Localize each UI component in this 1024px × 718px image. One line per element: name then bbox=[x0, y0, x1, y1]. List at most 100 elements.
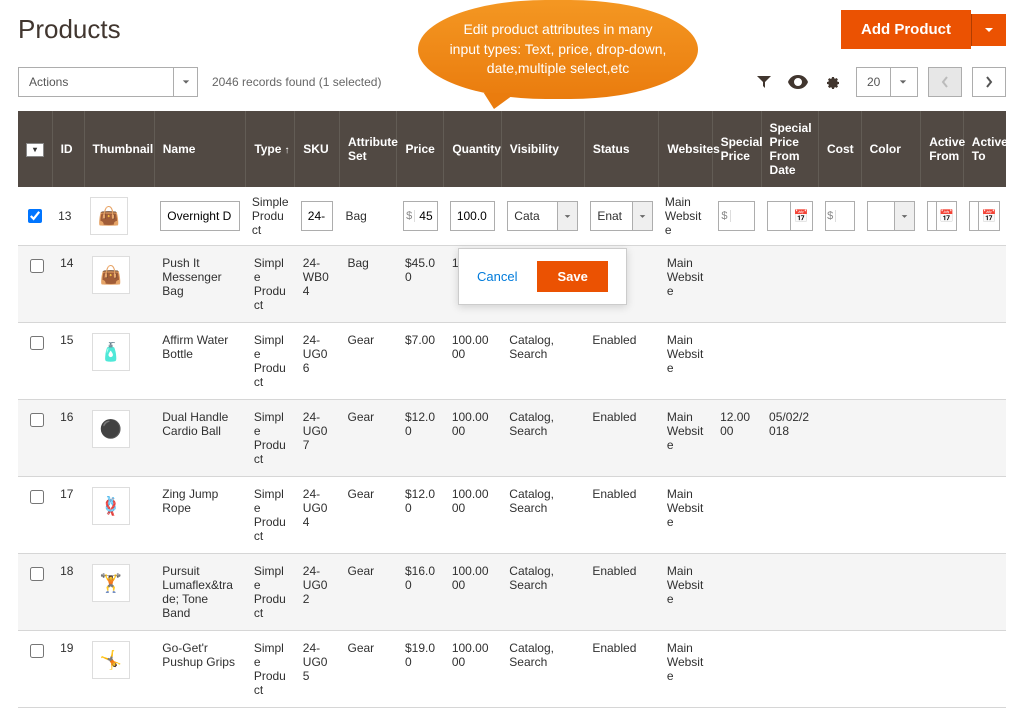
cell-vis: Catalog, Search bbox=[501, 631, 584, 708]
cell-web: Main Website bbox=[659, 477, 712, 554]
select-all-dropdown[interactable]: ▾ bbox=[26, 143, 44, 157]
cell-id: 14 bbox=[52, 246, 84, 323]
cell-cost bbox=[819, 631, 862, 708]
cell-cost bbox=[819, 246, 862, 323]
cell-color bbox=[861, 246, 921, 323]
cancel-link[interactable]: Cancel bbox=[477, 269, 517, 284]
column-vis[interactable]: Visibility bbox=[501, 111, 584, 187]
column-cost[interactable]: Cost bbox=[819, 111, 862, 187]
row-checkbox[interactable] bbox=[30, 336, 44, 350]
mass-actions-select[interactable]: Actions bbox=[18, 67, 198, 97]
column-status[interactable]: Status bbox=[584, 111, 659, 187]
cell-type: Simple Product bbox=[246, 323, 295, 400]
cell-sku: 24-WB04 bbox=[295, 246, 340, 323]
column-attrset[interactable]: Attribute Set bbox=[339, 111, 396, 187]
qty-input[interactable] bbox=[450, 201, 495, 231]
status-select[interactable]: Enat bbox=[590, 201, 653, 231]
cell-web: Main Website bbox=[659, 631, 712, 708]
column-type[interactable]: Type↑ bbox=[246, 111, 295, 187]
cell-cost bbox=[819, 323, 862, 400]
column-name[interactable]: Name bbox=[154, 111, 246, 187]
calendar-icon[interactable]: 📅 bbox=[790, 202, 812, 230]
chevron-down-icon[interactable] bbox=[894, 202, 914, 230]
cell-afrom bbox=[921, 554, 964, 631]
dollar-sign: $ bbox=[826, 210, 836, 222]
chevron-down-icon[interactable] bbox=[632, 202, 652, 230]
add-product-dropdown[interactable] bbox=[971, 14, 1006, 46]
cell-sprice bbox=[712, 323, 761, 400]
cell-vis: Catalog, Search bbox=[501, 323, 584, 400]
column-thumb[interactable]: Thumbnail bbox=[84, 111, 154, 187]
filter-icon[interactable] bbox=[754, 72, 774, 92]
table-row[interactable]: 17🪢Zing Jump RopeSimple Product24-UG04Ge… bbox=[18, 477, 1006, 554]
gear-icon[interactable] bbox=[822, 72, 842, 92]
column-color[interactable]: Color bbox=[861, 111, 921, 187]
page-size-select[interactable]: 20 bbox=[856, 67, 918, 97]
table-row[interactable]: 16⚫Dual Handle Cardio BallSimple Product… bbox=[18, 400, 1006, 477]
color-select[interactable] bbox=[867, 201, 915, 231]
product-thumbnail: 🤸 bbox=[92, 641, 130, 679]
dollar-sign: $ bbox=[404, 210, 415, 222]
cell-attrset: Gear bbox=[339, 631, 396, 708]
cell-name: Push It Messenger Bag bbox=[154, 246, 246, 323]
chevron-down-icon[interactable] bbox=[557, 202, 577, 230]
cell-web: Main Website bbox=[659, 554, 712, 631]
special-price-date-input[interactable]: 📅 bbox=[767, 201, 812, 231]
cell-id: 17 bbox=[52, 477, 84, 554]
table-row[interactable]: 19🤸Go-Get'r Pushup GripsSimple Product24… bbox=[18, 631, 1006, 708]
chevron-down-icon[interactable] bbox=[173, 68, 197, 96]
cell-sprice bbox=[712, 477, 761, 554]
cell-vis: Catalog, Search bbox=[501, 477, 584, 554]
cell-attrset: Gear bbox=[339, 477, 396, 554]
cell-spdate bbox=[761, 477, 818, 554]
cell-name: Pursuit Lumaflex&trade; Tone Band bbox=[154, 554, 246, 631]
dollar-sign: $ bbox=[719, 210, 731, 222]
cell-qty: 100.0000 bbox=[444, 323, 501, 400]
cell-qty: 100.0000 bbox=[444, 477, 501, 554]
cell-chk bbox=[18, 631, 52, 708]
cell-price: $7.00 bbox=[397, 323, 444, 400]
save-button[interactable]: Save bbox=[537, 261, 607, 292]
name-input[interactable] bbox=[160, 201, 240, 231]
add-product-button[interactable]: Add Product bbox=[841, 10, 971, 49]
table-row[interactable]: 18🏋️Pursuit Lumaflex&trade; Tone BandSim… bbox=[18, 554, 1006, 631]
cell-sku: 24-UG06 bbox=[295, 323, 340, 400]
product-thumbnail: 🏋️ bbox=[92, 564, 130, 602]
cell-sku: 24-UG07 bbox=[295, 400, 340, 477]
column-sku[interactable]: SKU bbox=[295, 111, 340, 187]
row-checkbox[interactable] bbox=[30, 259, 44, 273]
cell-thumb: 🏋️ bbox=[84, 554, 154, 631]
row-checkbox[interactable] bbox=[30, 490, 44, 504]
cell-color bbox=[861, 323, 921, 400]
special-price-input[interactable]: $ bbox=[718, 201, 755, 231]
price-input[interactable]: $ bbox=[403, 201, 438, 231]
cell-thumb: 🧴 bbox=[84, 323, 154, 400]
prev-page-button[interactable] bbox=[928, 67, 962, 97]
column-id[interactable]: ID bbox=[52, 111, 84, 187]
chevron-down-icon[interactable] bbox=[890, 68, 914, 96]
visibility-select[interactable]: Cata bbox=[507, 201, 578, 231]
row-checkbox[interactable] bbox=[28, 209, 42, 223]
active-to-input[interactable]: 📅 bbox=[969, 201, 1000, 231]
next-page-button[interactable] bbox=[972, 67, 1006, 97]
active-from-input[interactable]: 📅 bbox=[927, 201, 958, 231]
column-price[interactable]: Price bbox=[397, 111, 444, 187]
column-chk[interactable]: ▾ bbox=[18, 111, 52, 187]
row-checkbox[interactable] bbox=[30, 567, 44, 581]
row-checkbox[interactable] bbox=[30, 644, 44, 658]
visibility-icon[interactable] bbox=[788, 72, 808, 92]
cell-status: Enabled bbox=[584, 477, 659, 554]
product-thumbnail: 👜 bbox=[92, 256, 130, 294]
row-checkbox[interactable] bbox=[30, 413, 44, 427]
column-web[interactable]: Websites bbox=[659, 111, 712, 187]
column-spdate[interactable]: Special Price From Date bbox=[761, 111, 818, 187]
calendar-icon[interactable]: 📅 bbox=[936, 202, 957, 230]
cell-thumb: 👜 bbox=[84, 246, 154, 323]
column-ato[interactable]: Active To bbox=[963, 111, 1006, 187]
cost-input[interactable]: $ bbox=[825, 201, 856, 231]
table-row[interactable]: 15🧴Affirm Water BottleSimple Product24-U… bbox=[18, 323, 1006, 400]
column-afrom[interactable]: Active From bbox=[921, 111, 964, 187]
sku-input[interactable] bbox=[301, 201, 334, 231]
inline-edit-row: 13 👜 Simple Product Bag $ Cata bbox=[18, 187, 1006, 246]
calendar-icon[interactable]: 📅 bbox=[978, 202, 999, 230]
